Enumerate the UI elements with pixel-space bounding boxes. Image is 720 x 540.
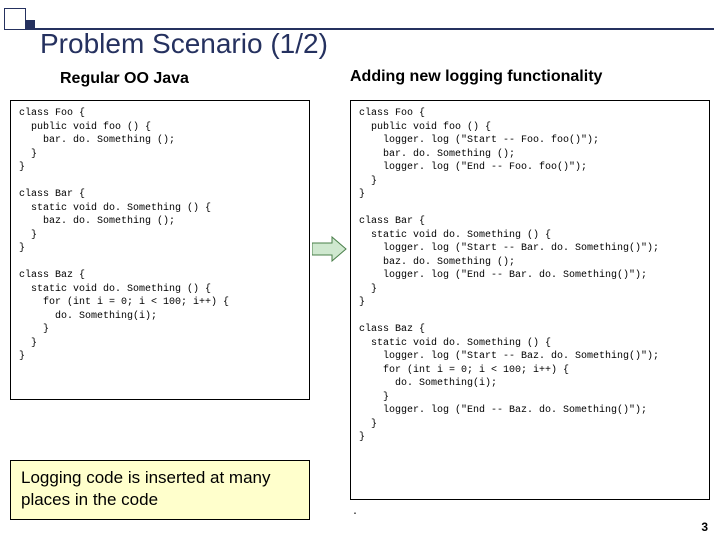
code-block-regular: class Foo { public void foo () { bar. do… [10,100,310,400]
slide-decor [4,8,714,30]
decor-square-outline [4,8,26,30]
trailing-dot: . [352,507,358,518]
slide-number: 3 [701,520,708,534]
code-block-logging: class Foo { public void foo () { logger.… [350,100,710,500]
subtitle-right: Adding new logging functionality [350,68,602,86]
note-box: Logging code is inserted at many places … [10,460,310,520]
slide-title: Problem Scenario (1/2) [40,28,328,60]
arrow-right-icon [312,235,348,263]
subtitle-left: Regular OO Java [60,70,189,88]
